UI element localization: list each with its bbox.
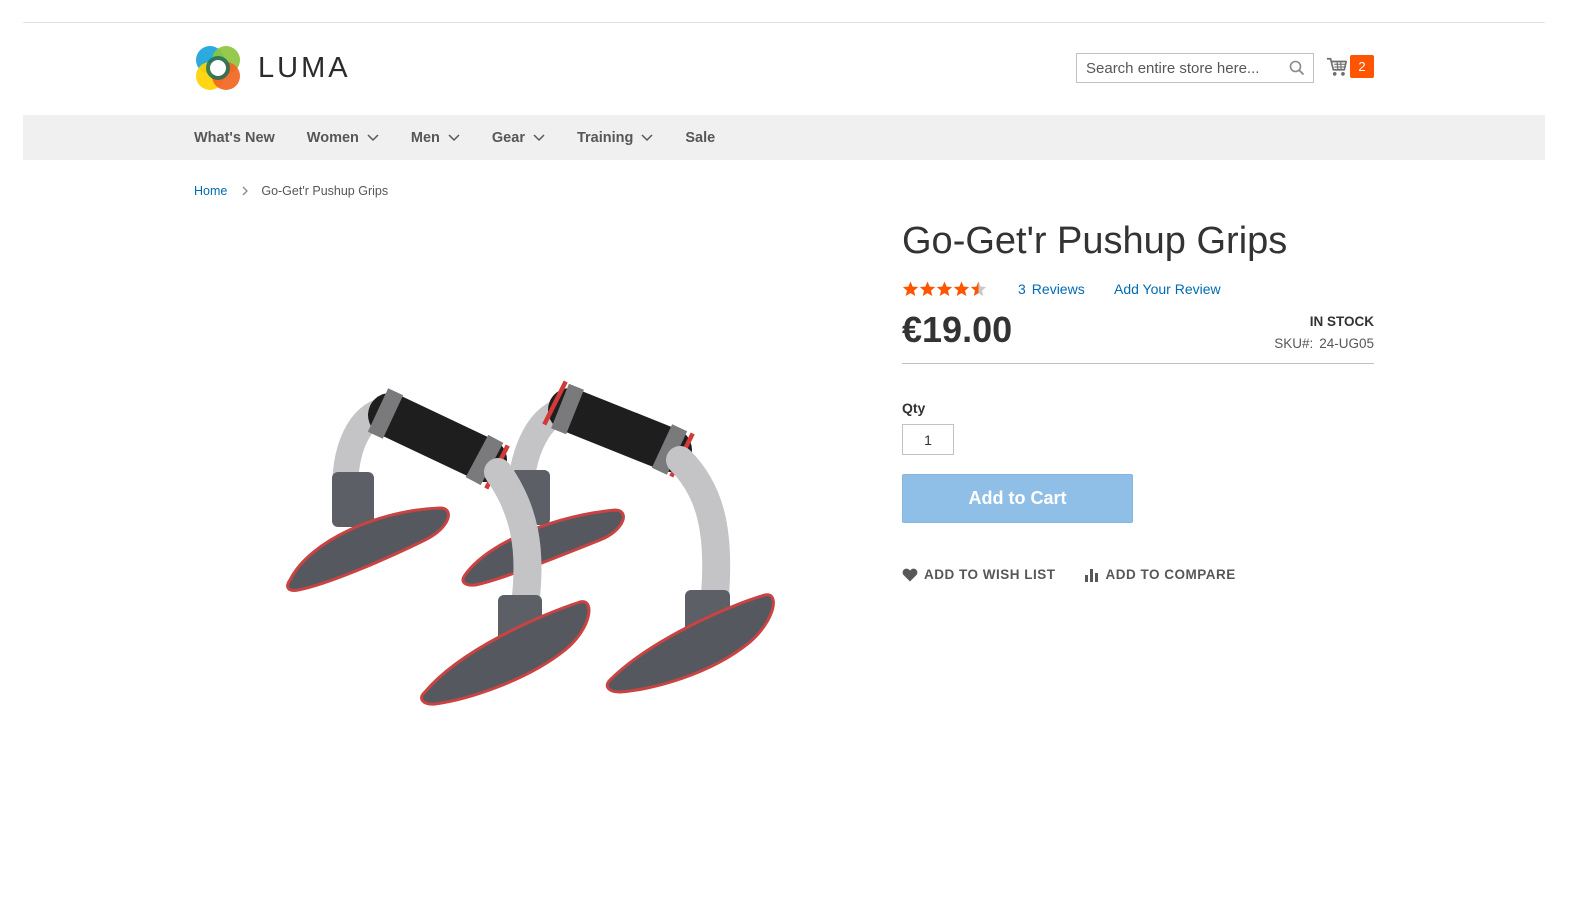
nav-item-label: What's New [194,129,275,146]
rating-summary [902,281,988,297]
nav-item-gear[interactable]: Gear [492,130,545,146]
star-icon [936,281,953,296]
product-price: €19.00 [902,309,1013,350]
compare-label: Add to Compare [1105,567,1236,582]
search-icon[interactable] [1289,60,1305,76]
search-input[interactable] [1077,54,1285,82]
breadcrumb-current: Go-Get'r Pushup Grips [261,184,389,198]
sku-label: SKU#: [1274,336,1314,351]
chevron-down-icon [533,133,545,141]
add-to-compare-link[interactable]: Add to Compare [1084,567,1236,582]
nav-item-what-s-new[interactable]: What's New [194,130,275,146]
star-icon [919,281,936,296]
compare-bar-chart-icon [1084,568,1098,582]
product-social-actions: Add to Wish List Add to Compare [902,567,1264,582]
reviews-label: Reviews [1031,281,1085,297]
reviews-link[interactable]: 3 Reviews [1018,281,1085,297]
stock-status: In stock [1309,314,1374,329]
chevron-right-icon [242,186,249,196]
nav-item-label: Training [576,129,634,146]
breadcrumb: Home Go-Get'r Pushup Grips [194,184,388,198]
reviews-count: 3 [1018,281,1026,297]
star-icon [902,281,919,296]
add-review-link[interactable]: Add Your Review [1114,281,1221,297]
chevron-down-icon [448,133,460,141]
product-sku: SKU#: 24-UG05 [1274,336,1374,351]
sku-value: 24-UG05 [1319,336,1374,351]
nav-item-women[interactable]: Women [307,130,379,146]
cart-icon [1326,57,1347,76]
qty-label: Qty [902,400,926,416]
minicart-button[interactable]: 2 [1326,55,1374,78]
logo-text: LUMA [258,51,351,84]
add-to-cart-button[interactable]: Add to Cart [902,474,1133,523]
cart-count-badge: 2 [1350,55,1374,78]
nav-item-label: Sale [685,129,716,146]
star-icon [970,281,987,296]
product-title: Go-Get'r Pushup Grips [902,220,1288,262]
main-navigation: What's New Women Men Gear Training Sale [23,115,1545,160]
search-box[interactable] [1076,53,1314,83]
breadcrumb-home-link[interactable]: Home [194,184,227,198]
nav-item-training[interactable]: Training [577,130,653,146]
product-image[interactable] [270,380,790,720]
nav-item-label: Women [306,129,359,146]
qty-input[interactable] [902,424,954,455]
nav-item-men[interactable]: Men [411,130,460,146]
luma-logo-icon [196,46,240,90]
chevron-down-icon [367,133,379,141]
rating-stars [902,281,988,297]
nav-item-label: Gear [491,129,525,146]
chevron-down-icon [641,133,653,141]
heart-icon [902,568,918,581]
nav-item-sale[interactable]: Sale [685,130,715,146]
nav-list: What's New Women Men Gear Training Sale [194,115,747,160]
star-icon [953,281,970,296]
divider [902,363,1374,364]
nav-item-label: Men [410,129,440,146]
luma-logo[interactable]: LUMA [194,44,351,92]
add-to-wishlist-link[interactable]: Add to Wish List [902,567,1056,582]
wishlist-label: Add to Wish List [924,567,1056,582]
